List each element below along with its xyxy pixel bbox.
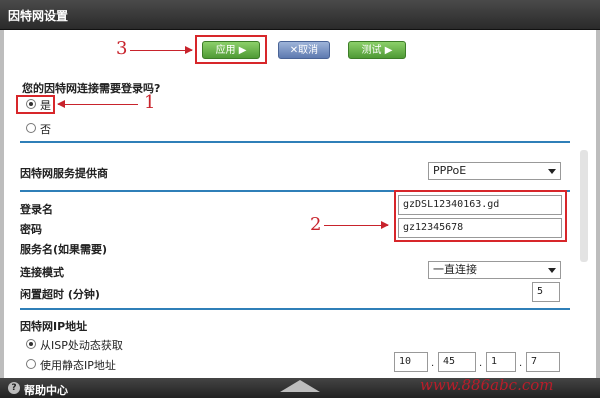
annotation-step-3: 3 — [116, 38, 128, 59]
ip-octet-4-input[interactable]: 7 — [526, 352, 560, 372]
connection-mode-select[interactable]: 一直连接 — [428, 261, 561, 279]
isp-select[interactable]: PPPoE — [428, 162, 561, 180]
login-yes-label: 是 — [40, 99, 51, 112]
window-title: 因特网设置 — [8, 9, 69, 23]
login-yes-radio[interactable] — [26, 99, 36, 109]
ip-dynamic-label: 从ISP处动态获取 — [40, 339, 123, 352]
cancel-button[interactable]: ✕取消 — [278, 41, 330, 59]
annotation-step-2: 2 — [310, 214, 322, 235]
help-icon[interactable]: ? — [8, 382, 20, 394]
isp-select-value: PPPoE — [433, 164, 467, 177]
connection-mode-value: 一直连接 — [433, 263, 477, 276]
section-divider — [20, 308, 570, 310]
password-input[interactable]: gz12345678 — [398, 218, 562, 238]
username-input[interactable]: gzDSL12340163.gd — [398, 195, 562, 215]
login-required-question: 您的因特网连接需要登录吗? — [22, 82, 161, 95]
annotation-arrow-3 — [130, 46, 193, 54]
watermark: www.886abc.com — [420, 376, 554, 394]
idle-timeout-label: 闲置超时 (分钟) — [20, 288, 100, 301]
chevron-down-icon — [548, 268, 556, 273]
test-button[interactable]: 测试 ▶ — [348, 41, 406, 59]
annotation-step-1: 1 — [144, 92, 156, 113]
chevron-down-icon — [548, 169, 556, 174]
service-name-label: 服务名(如果需要) — [20, 243, 108, 256]
ip-separator: . — [519, 358, 523, 369]
annotation-arrow-1 — [57, 100, 138, 108]
ip-address-section-label: 因特网IP地址 — [20, 320, 88, 333]
login-no-radio[interactable] — [26, 123, 36, 133]
ip-dynamic-radio[interactable] — [26, 339, 36, 349]
isp-label: 因特网服务提供商 — [20, 167, 108, 180]
ip-separator: . — [479, 358, 483, 369]
password-label: 密码 — [20, 223, 42, 236]
username-label: 登录名 — [20, 203, 53, 216]
ip-octet-1-input[interactable]: 10 — [394, 352, 428, 372]
ip-static-label: 使用静态IP地址 — [40, 359, 116, 372]
ip-separator: . — [431, 358, 435, 369]
title-bar: 因特网设置 — [0, 0, 600, 30]
apply-button[interactable]: 应用 ▶ — [202, 41, 260, 59]
section-divider — [20, 141, 570, 143]
ip-octet-3-input[interactable]: 1 — [486, 352, 516, 372]
help-center-link[interactable]: 帮助中心 — [24, 382, 68, 398]
ip-static-radio[interactable] — [26, 359, 36, 369]
ip-octet-2-input[interactable]: 45 — [438, 352, 476, 372]
annotation-arrow-2 — [324, 221, 389, 229]
idle-timeout-input[interactable]: 5 — [532, 282, 560, 302]
scrollbar[interactable] — [580, 150, 588, 262]
login-no-label: 否 — [40, 123, 51, 136]
expand-panel-tab[interactable] — [280, 380, 320, 392]
connection-mode-label: 连接模式 — [20, 266, 64, 279]
